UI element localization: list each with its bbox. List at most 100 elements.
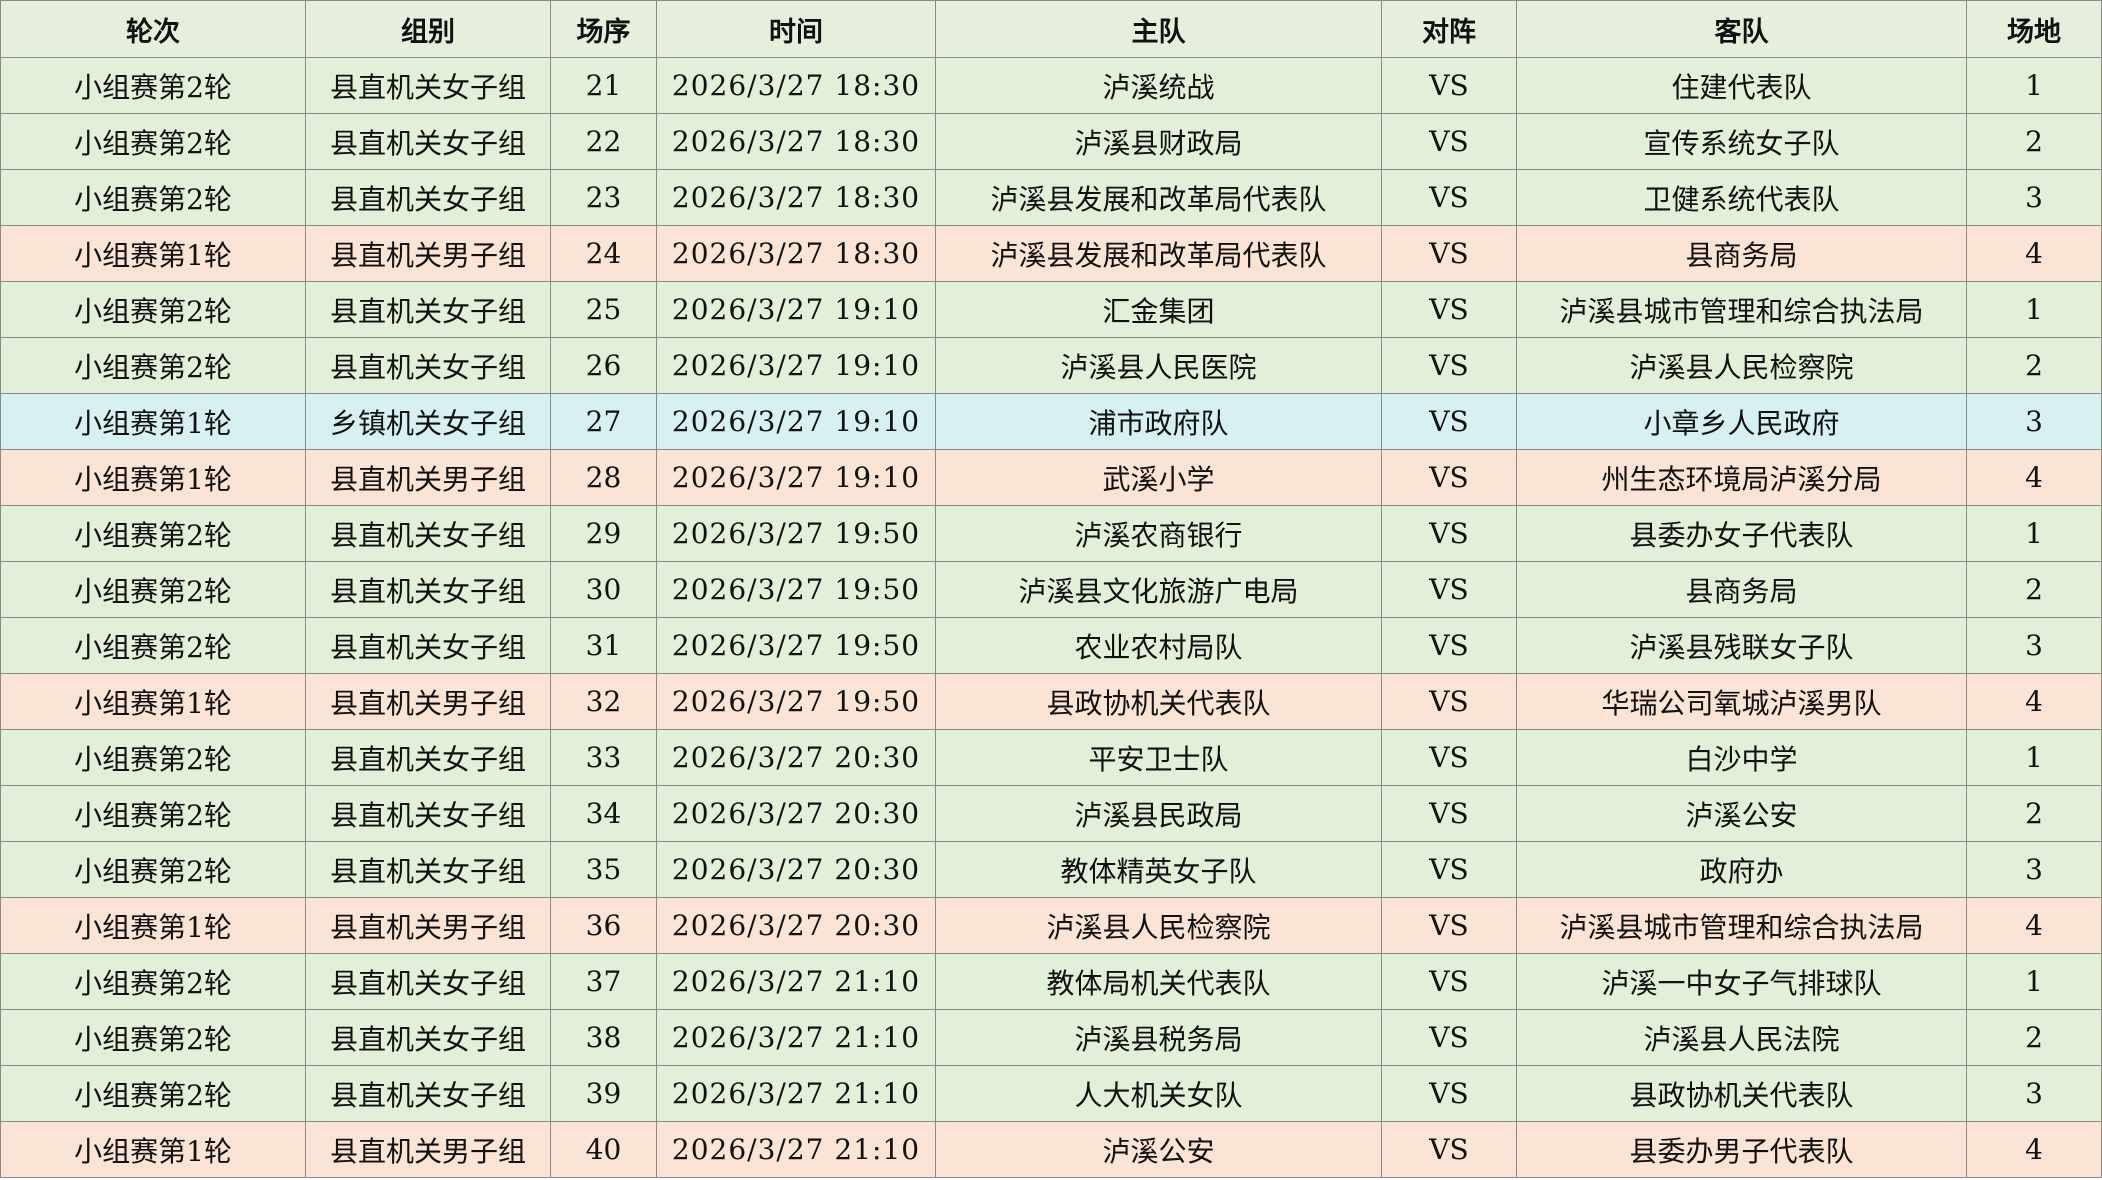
court-cell[interactable]: 4 [1966,225,2102,282]
seq-cell[interactable]: 33 [550,729,657,786]
vs-cell[interactable]: VS [1381,673,1517,730]
round-cell[interactable]: 小组赛第2轮 [0,337,306,394]
vs-cell[interactable]: VS [1381,561,1517,618]
time-cell[interactable]: 2026/3/27 18:30 [656,57,936,114]
round-cell[interactable]: 小组赛第2轮 [0,57,306,114]
vs-cell[interactable]: VS [1381,113,1517,170]
seq-cell[interactable]: 40 [550,1121,657,1178]
vs-cell[interactable]: VS [1381,1121,1517,1178]
time-cell[interactable]: 2026/3/27 21:10 [656,1009,936,1066]
round-cell[interactable]: 小组赛第2轮 [0,841,306,898]
round-cell[interactable]: 小组赛第2轮 [0,953,306,1010]
seq-cell[interactable]: 24 [550,225,657,282]
away-team-cell[interactable]: 泸溪公安 [1516,785,1967,842]
group-cell[interactable]: 县直机关女子组 [305,953,551,1010]
time-cell[interactable]: 2026/3/27 20:30 [656,785,936,842]
court-cell[interactable]: 3 [1966,617,2102,674]
seq-cell[interactable]: 32 [550,673,657,730]
group-cell[interactable]: 县直机关女子组 [305,281,551,338]
group-cell[interactable]: 县直机关男子组 [305,449,551,506]
vs-cell[interactable]: VS [1381,281,1517,338]
court-cell[interactable]: 4 [1966,673,2102,730]
round-cell[interactable]: 小组赛第2轮 [0,785,306,842]
away-team-cell[interactable]: 泸溪县残联女子队 [1516,617,1967,674]
court-cell[interactable]: 2 [1966,785,2102,842]
home-team-cell[interactable]: 泸溪县发展和改革局代表队 [935,169,1382,226]
away-team-cell[interactable]: 华瑞公司氧城泸溪男队 [1516,673,1967,730]
time-cell[interactable]: 2026/3/27 21:10 [656,1065,936,1122]
home-team-cell[interactable]: 泸溪县税务局 [935,1009,1382,1066]
round-cell[interactable]: 小组赛第2轮 [0,505,306,562]
away-team-cell[interactable]: 泸溪县人民检察院 [1516,337,1967,394]
home-team-cell[interactable]: 泸溪农商银行 [935,505,1382,562]
group-cell[interactable]: 县直机关女子组 [305,169,551,226]
seq-cell[interactable]: 22 [550,113,657,170]
vs-cell[interactable]: VS [1381,169,1517,226]
time-cell[interactable]: 2026/3/27 19:50 [656,673,936,730]
time-cell[interactable]: 2026/3/27 19:50 [656,505,936,562]
court-cell[interactable]: 1 [1966,953,2102,1010]
away-team-cell[interactable]: 县委办男子代表队 [1516,1121,1967,1178]
group-cell[interactable]: 县直机关女子组 [305,1009,551,1066]
away-team-cell[interactable]: 县政协机关代表队 [1516,1065,1967,1122]
time-cell[interactable]: 2026/3/27 20:30 [656,897,936,954]
seq-cell[interactable]: 27 [550,393,657,450]
seq-cell[interactable]: 26 [550,337,657,394]
vs-cell[interactable]: VS [1381,841,1517,898]
court-header[interactable]: 场地 [1966,0,2102,58]
group-cell[interactable]: 县直机关男子组 [305,225,551,282]
seq-cell[interactable]: 21 [550,57,657,114]
seq-cell[interactable]: 39 [550,1065,657,1122]
away-team-cell[interactable]: 泸溪一中女子气排球队 [1516,953,1967,1010]
away-team-cell[interactable]: 县商务局 [1516,561,1967,618]
time-cell[interactable]: 2026/3/27 19:10 [656,393,936,450]
group-cell[interactable]: 县直机关男子组 [305,897,551,954]
home-team-cell[interactable]: 泸溪县人民医院 [935,337,1382,394]
group-cell[interactable]: 县直机关男子组 [305,673,551,730]
time-header[interactable]: 时间 [656,0,936,58]
home-team-cell[interactable]: 泸溪公安 [935,1121,1382,1178]
group-cell[interactable]: 县直机关女子组 [305,785,551,842]
round-cell[interactable]: 小组赛第2轮 [0,729,306,786]
time-cell[interactable]: 2026/3/27 19:50 [656,561,936,618]
away-team-cell[interactable]: 宣传系统女子队 [1516,113,1967,170]
seq-cell[interactable]: 25 [550,281,657,338]
round-cell[interactable]: 小组赛第2轮 [0,617,306,674]
away-team-cell[interactable]: 白沙中学 [1516,729,1967,786]
home-team-cell[interactable]: 武溪小学 [935,449,1382,506]
court-cell[interactable]: 2 [1966,337,2102,394]
time-cell[interactable]: 2026/3/27 21:10 [656,953,936,1010]
court-cell[interactable]: 4 [1966,897,2102,954]
round-cell[interactable]: 小组赛第1轮 [0,673,306,730]
away-team-cell[interactable]: 泸溪县城市管理和综合执法局 [1516,281,1967,338]
round-cell[interactable]: 小组赛第1轮 [0,225,306,282]
vs-cell[interactable]: VS [1381,785,1517,842]
vs-cell[interactable]: VS [1381,57,1517,114]
time-cell[interactable]: 2026/3/27 21:10 [656,1121,936,1178]
vs-cell[interactable]: VS [1381,953,1517,1010]
time-cell[interactable]: 2026/3/27 20:30 [656,729,936,786]
seq-cell[interactable]: 29 [550,505,657,562]
court-cell[interactable]: 2 [1966,561,2102,618]
away-team-cell[interactable]: 泸溪县人民法院 [1516,1009,1967,1066]
vs-cell[interactable]: VS [1381,449,1517,506]
vs-cell[interactable]: VS [1381,1065,1517,1122]
court-cell[interactable]: 2 [1966,113,2102,170]
home-team-cell[interactable]: 县政协机关代表队 [935,673,1382,730]
time-cell[interactable]: 2026/3/27 18:30 [656,169,936,226]
vs-cell[interactable]: VS [1381,225,1517,282]
vs-cell[interactable]: VS [1381,337,1517,394]
vs-cell[interactable]: VS [1381,617,1517,674]
home-team-cell[interactable]: 泸溪统战 [935,57,1382,114]
seq-cell[interactable]: 31 [550,617,657,674]
court-cell[interactable]: 4 [1966,1121,2102,1178]
group-cell[interactable]: 县直机关女子组 [305,57,551,114]
group-cell[interactable]: 县直机关男子组 [305,1121,551,1178]
group-cell[interactable]: 县直机关女子组 [305,841,551,898]
court-cell[interactable]: 2 [1966,1009,2102,1066]
group-cell[interactable]: 县直机关女子组 [305,617,551,674]
away-team-cell[interactable]: 县商务局 [1516,225,1967,282]
home-team-cell[interactable]: 教体精英女子队 [935,841,1382,898]
time-cell[interactable]: 2026/3/27 19:10 [656,281,936,338]
home-team-cell[interactable]: 泸溪县财政局 [935,113,1382,170]
